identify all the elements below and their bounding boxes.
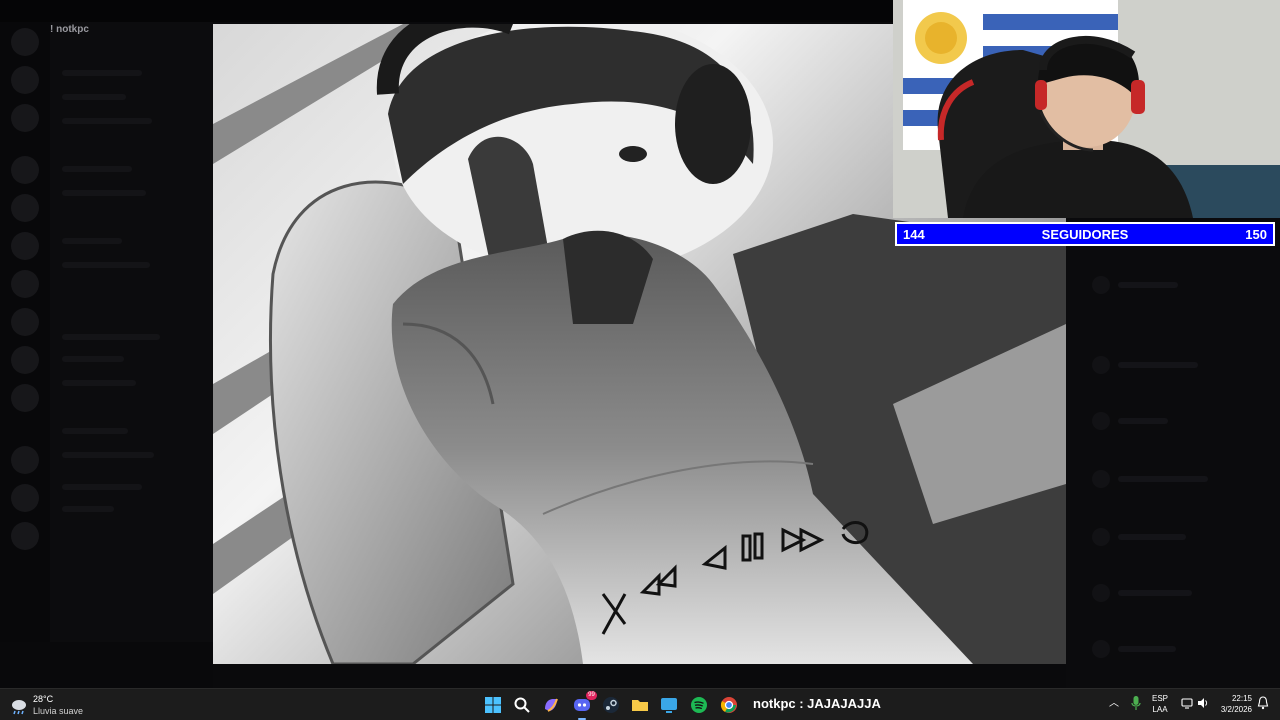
channel-item[interactable] — [62, 94, 126, 100]
channel-item[interactable] — [62, 70, 142, 76]
webcam-overlay — [893, 0, 1280, 218]
user-panel — [0, 642, 213, 688]
windows-icon — [485, 697, 501, 713]
chat-message-overlay: notkpc : JAJAJAJJA — [753, 696, 881, 711]
language-indicator[interactable]: ESP LAA — [1152, 693, 1168, 715]
copilot-button[interactable] — [540, 694, 562, 716]
tray-chevron-up-icon[interactable]: ︿ — [1109, 694, 1119, 709]
weather-description: Lluvia suave — [33, 706, 84, 716]
app-button[interactable] — [658, 694, 680, 716]
taskbar: 28°C Lluvia suave 99 — [0, 688, 1280, 720]
server-icon[interactable] — [11, 522, 39, 550]
discord-badge: 99 — [586, 691, 597, 700]
channel-item[interactable] — [62, 356, 124, 362]
server-rail — [0, 22, 50, 688]
search-button[interactable] — [511, 694, 533, 716]
system-clock[interactable]: 22:15 3/2/2026 — [1216, 693, 1252, 715]
microphone-icon[interactable] — [1130, 695, 1142, 711]
server-icon[interactable] — [11, 156, 39, 184]
server-icon[interactable] — [11, 104, 39, 132]
cloud-rain-icon — [12, 700, 26, 715]
weather-temperature: 28°C — [33, 694, 54, 704]
steam-button[interactable] — [600, 694, 622, 716]
clock-date: 3/2/2026 — [1220, 705, 1252, 714]
channel-item[interactable] — [62, 428, 128, 434]
folder-icon — [632, 700, 648, 711]
channel-item[interactable] — [62, 262, 150, 268]
member-avatar[interactable] — [1092, 276, 1110, 294]
discord-button[interactable]: 99 — [571, 691, 597, 720]
channel-item[interactable] — [62, 166, 132, 172]
network-icon[interactable] — [1181, 697, 1193, 709]
server-icon[interactable] — [11, 270, 39, 298]
goal-label: SEGUIDORES — [1041, 227, 1129, 242]
steam-icon — [603, 697, 619, 713]
channel-item[interactable] — [62, 380, 136, 386]
followers-goal-bar: 144 SEGUIDORES 150 — [895, 222, 1275, 246]
member-avatar[interactable] — [1092, 470, 1110, 488]
channel-item[interactable] — [62, 238, 122, 244]
member-avatar[interactable] — [1092, 356, 1110, 374]
file-explorer-button[interactable] — [629, 694, 651, 716]
server-icon[interactable] — [11, 232, 39, 260]
language-bottom: LAA — [1152, 705, 1168, 714]
language-top: ESP — [1152, 694, 1169, 703]
member-avatar[interactable] — [1092, 528, 1110, 546]
start-button[interactable] — [482, 694, 504, 716]
chrome-button[interactable] — [718, 694, 740, 716]
volume-icon[interactable] — [1197, 697, 1209, 709]
member-item[interactable] — [1118, 534, 1186, 540]
spotify-button[interactable] — [688, 694, 710, 716]
channel-list — [50, 22, 213, 642]
server-icon[interactable] — [11, 194, 39, 222]
server-icon[interactable] — [11, 484, 39, 512]
channel-item[interactable] — [62, 190, 146, 196]
member-list — [1066, 248, 1280, 688]
chrome-icon — [720, 697, 737, 713]
server-icon[interactable] — [11, 66, 39, 94]
clock-time: 22:15 — [1231, 694, 1252, 703]
member-item[interactable] — [1118, 646, 1176, 652]
server-icon[interactable] — [11, 446, 39, 474]
notification-bell-icon[interactable] — [1257, 696, 1269, 710]
channel-item[interactable] — [62, 452, 154, 458]
copilot-icon — [545, 698, 558, 712]
search-icon — [514, 697, 530, 713]
server-icon[interactable] — [11, 346, 39, 374]
goal-target-count: 150 — [1245, 227, 1267, 242]
member-item[interactable] — [1118, 362, 1198, 368]
member-item[interactable] — [1118, 590, 1192, 596]
member-avatar[interactable] — [1092, 640, 1110, 658]
channel-item[interactable] — [62, 118, 152, 124]
webcam-feed — [893, 0, 1280, 218]
server-name[interactable]: ! notkpc — [50, 24, 89, 35]
server-icon[interactable] — [11, 384, 39, 412]
channel-item[interactable] — [62, 506, 114, 512]
spotify-icon — [691, 697, 707, 713]
server-icon[interactable] — [11, 28, 39, 56]
channel-item[interactable] — [62, 334, 160, 340]
member-item[interactable] — [1118, 282, 1178, 288]
channel-item[interactable] — [62, 484, 142, 490]
window-icon — [661, 698, 677, 713]
member-avatar[interactable] — [1092, 584, 1110, 602]
member-avatar[interactable] — [1092, 412, 1110, 430]
server-icon[interactable] — [11, 308, 39, 336]
member-item[interactable] — [1118, 418, 1168, 424]
member-item[interactable] — [1118, 476, 1208, 482]
